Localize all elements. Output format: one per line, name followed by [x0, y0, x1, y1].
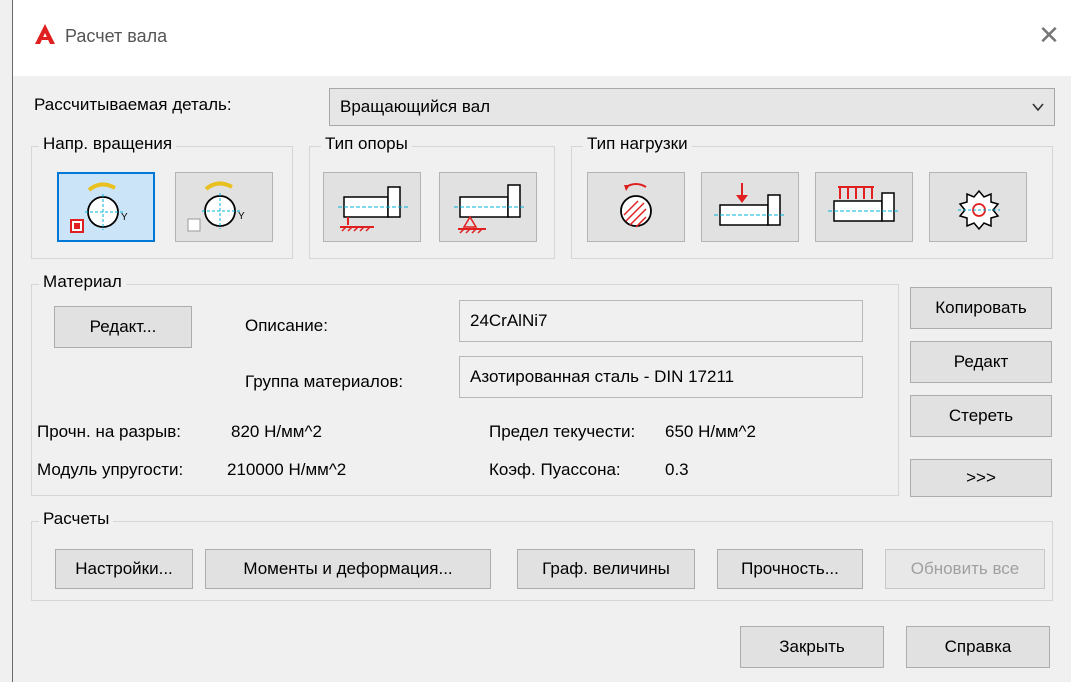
- close-button[interactable]: Закрыть: [740, 626, 884, 668]
- poisson-ratio-label: Коэф. Пуассона:: [489, 460, 621, 479]
- shaft-calculation-dialog: Расчет вала ✕ Рассчитываемая деталь: Вра…: [12, 0, 1071, 682]
- load-point-force-button[interactable]: [701, 172, 799, 242]
- settings-button[interactable]: Настройки...: [55, 549, 193, 589]
- elastic-modulus-value: 210000 Н/мм^2: [227, 460, 347, 479]
- support-fixed-icon: [338, 186, 408, 232]
- graph-values-button[interactable]: Граф. величины: [517, 549, 695, 589]
- title-bar: Расчет вала ✕: [13, 0, 1071, 76]
- copy-button[interactable]: Копировать: [910, 287, 1052, 329]
- help-button[interactable]: Справка: [906, 626, 1050, 668]
- rotation-cw-icon: Y: [70, 182, 128, 233]
- material-group-label: Группа материалов:: [245, 372, 404, 391]
- material-group-title: Материал: [39, 272, 126, 292]
- description-field: 24CrAlNi7: [459, 300, 863, 342]
- load-torque-button[interactable]: [587, 172, 685, 242]
- distributed-load-icon: [828, 186, 900, 222]
- torque-load-icon: [620, 183, 652, 228]
- moments-deformation-button[interactable]: Моменты и деформация...: [205, 549, 491, 589]
- window-title: Расчет вала: [65, 26, 168, 46]
- support-group-title: Тип опоры: [321, 134, 412, 154]
- svg-text:Y: Y: [238, 211, 245, 222]
- yield-strength-value: 650 Н/мм^2: [665, 422, 756, 441]
- svg-text:Y: Y: [121, 212, 128, 223]
- chevron-down-icon: [1032, 103, 1044, 112]
- tensile-strength-value: 820 Н/мм^2: [231, 422, 322, 441]
- yield-strength-label: Предел текучести:: [489, 422, 636, 441]
- load-group-title: Тип нагрузки: [583, 134, 692, 154]
- support-pinned-button[interactable]: [439, 172, 537, 242]
- part-select[interactable]: Вращающийся вал: [329, 88, 1055, 126]
- load-distributed-button[interactable]: [815, 172, 913, 242]
- delete-button[interactable]: Стереть: [910, 395, 1052, 437]
- load-gear-button[interactable]: [929, 172, 1027, 242]
- edit-button[interactable]: Редакт: [910, 341, 1052, 383]
- material-group-field: Азотированная сталь - DIN 17211: [459, 356, 863, 398]
- material-edit-button[interactable]: Редакт...: [54, 306, 192, 348]
- rotation-counterclockwise-button[interactable]: Y: [175, 172, 273, 242]
- more-button[interactable]: >>>: [910, 459, 1052, 497]
- calculations-group-title: Расчеты: [39, 509, 114, 529]
- close-icon[interactable]: ✕: [1034, 20, 1064, 50]
- strength-button[interactable]: Прочность...: [717, 549, 863, 589]
- rotation-group-title: Напр. вращения: [39, 134, 177, 154]
- poisson-ratio-value: 0.3: [665, 460, 689, 479]
- update-all-button[interactable]: Обновить все: [885, 549, 1045, 589]
- rotation-clockwise-button[interactable]: Y: [57, 172, 155, 242]
- elastic-modulus-label: Модуль упругости:: [37, 460, 184, 479]
- gear-load-icon: [958, 189, 1000, 231]
- support-pinned-icon: [454, 184, 526, 234]
- part-select-value: Вращающийся вал: [340, 97, 491, 116]
- point-force-icon: [714, 183, 786, 226]
- part-label: Рассчитываемая деталь:: [34, 95, 232, 114]
- description-label: Описание:: [245, 316, 328, 335]
- rotation-ccw-icon: Y: [187, 181, 245, 232]
- tensile-strength-label: Прочн. на разрыв:: [37, 422, 181, 441]
- support-fixed-button[interactable]: [323, 172, 421, 242]
- autocad-logo-icon: [35, 24, 55, 44]
